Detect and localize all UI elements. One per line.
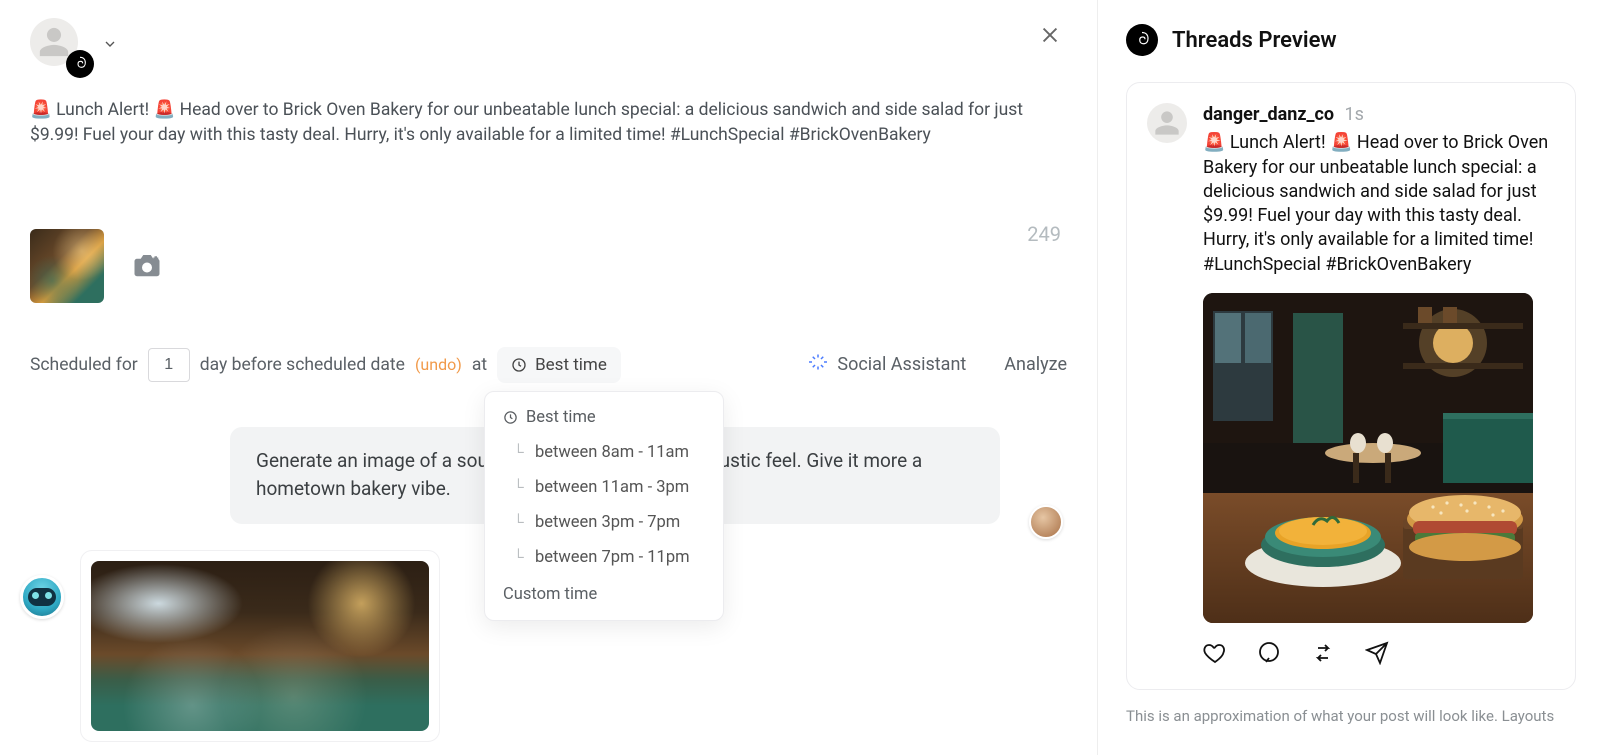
media-row	[30, 229, 1067, 303]
preview-panel: Threads Preview danger_danz_co 1s 🚨 Lunc…	[1098, 0, 1600, 755]
comment-icon[interactable]	[1257, 641, 1281, 669]
account-selector[interactable]	[30, 18, 90, 74]
generated-image-card[interactable]	[80, 550, 440, 742]
dropdown-item[interactable]: └between 8am - 11am	[489, 435, 719, 470]
preview-caption: This is an approximation of what your po…	[1126, 706, 1576, 727]
clock-icon	[511, 357, 527, 373]
like-icon[interactable]	[1203, 641, 1227, 669]
user-avatar	[1029, 505, 1063, 539]
dropdown-item[interactable]: └between 11am - 3pm	[489, 470, 719, 505]
preview-image	[1203, 293, 1533, 623]
char-count: 249	[1027, 222, 1061, 246]
threads-icon	[66, 50, 94, 78]
scheduled-for-label: Scheduled for	[30, 355, 138, 375]
preview-header: Threads Preview	[1126, 24, 1576, 56]
clock-icon	[503, 410, 518, 425]
preview-username: danger_danz_co	[1203, 104, 1334, 125]
at-label: at	[472, 355, 487, 375]
preview-actions	[1147, 623, 1555, 689]
add-media-button[interactable]	[132, 251, 166, 281]
composer-panel: 🚨 Lunch Alert! 🚨 Head over to Brick Oven…	[0, 0, 1098, 755]
preview-title: Threads Preview	[1172, 28, 1337, 53]
repost-icon[interactable]	[1311, 641, 1335, 669]
days-suffix-label: day before scheduled date	[200, 355, 405, 375]
share-icon[interactable]	[1365, 641, 1389, 669]
days-input[interactable]	[148, 348, 190, 382]
sparkle-icon	[809, 353, 827, 376]
close-button[interactable]	[1039, 24, 1067, 52]
preview-card: danger_danz_co 1s 🚨 Lunch Alert! 🚨 Head …	[1126, 82, 1576, 690]
chevron-down-icon[interactable]	[102, 36, 118, 56]
undo-link[interactable]: (undo)	[415, 355, 462, 374]
preview-timestamp: 1s	[1345, 104, 1364, 125]
dropdown-header: Best time	[489, 404, 719, 435]
generated-image	[91, 561, 429, 731]
dropdown-item[interactable]: └between 7pm - 11pm	[489, 540, 719, 575]
attached-image-thumb[interactable]	[30, 229, 104, 303]
schedule-row: Scheduled for day before scheduled date …	[30, 347, 1067, 383]
dropdown-custom-time[interactable]: Custom time	[489, 575, 719, 606]
preview-body: 🚨 Lunch Alert! 🚨 Head over to Brick Oven…	[1203, 131, 1555, 277]
assistant-avatar	[20, 575, 64, 619]
social-assistant-button[interactable]: Social Assistant	[809, 353, 966, 376]
best-time-dropdown: Best time └between 8am - 11am └between 1…	[484, 391, 724, 621]
social-assistant-label: Social Assistant	[837, 354, 966, 375]
preview-avatar	[1147, 103, 1187, 143]
post-text[interactable]: 🚨 Lunch Alert! 🚨 Head over to Brick Oven…	[30, 98, 1030, 149]
dropdown-item[interactable]: └between 3pm - 7pm	[489, 505, 719, 540]
composer-header	[30, 18, 1067, 74]
threads-icon	[1126, 24, 1158, 56]
best-time-label: Best time	[535, 355, 607, 375]
best-time-dropdown-trigger[interactable]: Best time	[497, 347, 621, 383]
analyze-button[interactable]: Analyze	[1004, 354, 1067, 375]
